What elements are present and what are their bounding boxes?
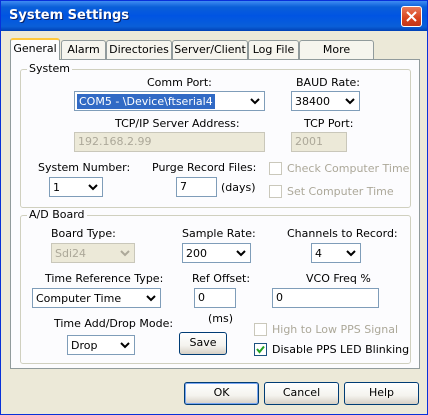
close-button[interactable] bbox=[401, 6, 422, 27]
checkbox-box bbox=[254, 323, 267, 336]
chevron-down-icon bbox=[342, 93, 358, 109]
channels-to-record-select[interactable]: 4 bbox=[311, 243, 361, 263]
cancel-button[interactable]: Cancel bbox=[264, 382, 339, 405]
system-number-value: 1 bbox=[53, 181, 60, 194]
general-tab-panel: System Comm Port: COM5 - \Device\ftseria… bbox=[10, 59, 420, 369]
time-reference-type-value: Computer Time bbox=[36, 292, 122, 305]
channels-to-record-label: Channels to Record: bbox=[287, 227, 398, 240]
close-icon bbox=[406, 11, 417, 22]
sample-rate-value: 200 bbox=[186, 247, 207, 260]
time-reference-type-label: Time Reference Type: bbox=[45, 272, 164, 285]
board-type-select[interactable]: Sdi24 bbox=[51, 243, 135, 263]
board-type-value: Sdi24 bbox=[55, 247, 87, 260]
purge-record-files-label: Purge Record Files: bbox=[152, 161, 257, 174]
chevron-down-icon bbox=[117, 245, 133, 261]
tab-server-client[interactable]: Server/Client bbox=[172, 40, 248, 59]
vco-freq-field[interactable]: 0 bbox=[272, 288, 379, 308]
title-bar[interactable]: System Settings bbox=[1, 1, 427, 31]
system-settings-dialog: System Settings General Alarm Directorie… bbox=[0, 0, 428, 415]
tab-log-file[interactable]: Log File bbox=[248, 40, 299, 59]
system-group-legend: System bbox=[27, 62, 73, 75]
time-add-drop-mode-value: Drop bbox=[71, 339, 98, 352]
baud-rate-value: 38400 bbox=[295, 95, 330, 108]
board-type-label: Board Type: bbox=[51, 227, 116, 240]
sample-rate-select[interactable]: 200 bbox=[182, 243, 251, 263]
system-number-select[interactable]: 1 bbox=[49, 177, 103, 197]
chevron-down-icon bbox=[143, 290, 159, 306]
chevron-down-icon bbox=[85, 179, 101, 195]
tcp-port-field[interactable]: 2001 bbox=[291, 132, 347, 152]
high-to-low-pps-label: High to Low PPS Signal bbox=[272, 323, 399, 336]
purge-record-files-field[interactable]: 7 bbox=[176, 177, 217, 197]
ok-button[interactable]: OK bbox=[184, 382, 259, 405]
disable-pps-led-label: Disable PPS LED Blinking bbox=[272, 343, 410, 356]
tab-general[interactable]: General bbox=[10, 38, 60, 60]
time-add-drop-mode-label: Time Add/Drop Mode: bbox=[54, 317, 174, 330]
checkbox-box bbox=[269, 185, 282, 198]
help-button[interactable]: Help bbox=[344, 382, 419, 405]
window-title: System Settings bbox=[9, 8, 130, 23]
checkbox-box bbox=[269, 162, 282, 175]
ad-board-group-legend: A/D Board bbox=[27, 208, 87, 221]
purge-days-unit: (days) bbox=[221, 181, 256, 194]
vco-freq-label: VCO Freq % bbox=[306, 272, 371, 285]
tcpip-address-label: TCP/IP Server Address: bbox=[115, 117, 240, 130]
system-group: System Comm Port: COM5 - \Device\ftseria… bbox=[20, 62, 411, 208]
sample-rate-label: Sample Rate: bbox=[182, 227, 256, 240]
comm-port-label: Comm Port: bbox=[147, 76, 212, 89]
time-add-drop-mode-select[interactable]: Drop bbox=[67, 335, 135, 355]
check-computer-time-label: Check Computer Time bbox=[287, 162, 410, 175]
comm-port-value: COM5 - \Device\ftserial4 bbox=[77, 94, 215, 109]
chevron-down-icon bbox=[247, 93, 263, 109]
ref-offset-label: Ref Offset: bbox=[192, 272, 251, 285]
tcpip-address-field[interactable]: 192.168.2.99 bbox=[74, 132, 265, 152]
ad-board-group: A/D Board Board Type: Sdi24 Sample Rate:… bbox=[20, 208, 411, 364]
tab-alarm[interactable]: Alarm bbox=[61, 40, 106, 59]
tab-directories[interactable]: Directories bbox=[106, 40, 172, 59]
checkmark-icon bbox=[256, 345, 265, 354]
system-number-label: System Number: bbox=[38, 161, 131, 174]
ref-offset-field[interactable]: 0 bbox=[194, 288, 236, 308]
time-reference-type-select[interactable]: Computer Time bbox=[32, 288, 161, 308]
tab-more-options[interactable]: More Options bbox=[299, 40, 374, 73]
comm-port-select[interactable]: COM5 - \Device\ftserial4 bbox=[74, 91, 265, 111]
checkbox-box bbox=[254, 343, 267, 356]
tcp-port-label: TCP Port: bbox=[304, 117, 354, 130]
baud-rate-label: BAUD Rate: bbox=[296, 76, 361, 89]
chevron-down-icon bbox=[117, 337, 133, 353]
save-button[interactable]: Save bbox=[179, 332, 227, 355]
chevron-down-icon bbox=[343, 245, 359, 261]
ref-offset-unit: (ms) bbox=[208, 312, 234, 325]
set-computer-time-label: Set Computer Time bbox=[287, 185, 394, 198]
channels-to-record-value: 4 bbox=[315, 247, 322, 260]
chevron-down-icon bbox=[233, 245, 249, 261]
baud-rate-select[interactable]: 38400 bbox=[291, 91, 360, 111]
